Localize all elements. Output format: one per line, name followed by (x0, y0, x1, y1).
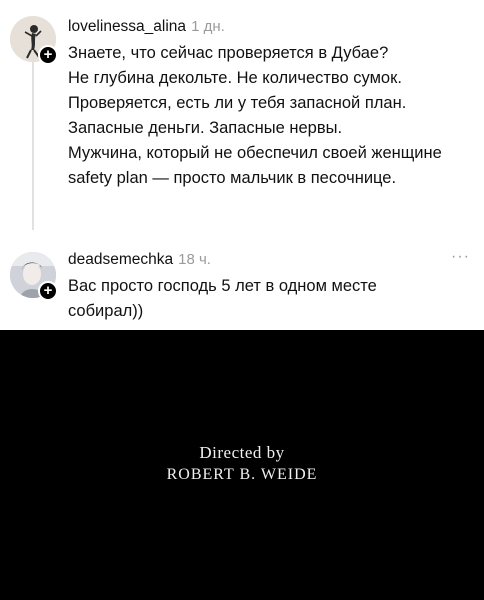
follow-plus-icon[interactable]: + (38, 281, 58, 301)
comment-header: lovelinessa_alina 1 дн. (68, 17, 464, 37)
video-frame: Directed by ROBERT B. WEIDE (0, 330, 484, 600)
comment-text-line: Мужчина, который не обеспечил своей женщ… (68, 144, 442, 162)
comment-text-line: Не глубина декольте. Не количество сумок… (68, 69, 402, 87)
comment-body: lovelinessa_alina 1 дн. Знаете, что сейча… (68, 17, 464, 191)
follow-plus-icon[interactable]: + (38, 45, 58, 65)
screenshot: + lovelinessa_alina 1 дн. Знаете, что сей… (0, 0, 484, 600)
timestamp: 1 дн. (191, 18, 225, 35)
comment-thread: + lovelinessa_alina 1 дн. Знаете, что сей… (0, 0, 484, 330)
thread-connector-line (32, 60, 34, 230)
username[interactable]: deadsemechka (68, 251, 173, 268)
comment-body: deadsemechka 18 ч. Вас просто господь 5 л… (68, 250, 464, 324)
comment-text: Знаете, что сейчас проверяется в Дубае? … (68, 41, 464, 191)
comment-text-line: Знаете, что сейчас проверяется в Дубае? (68, 44, 389, 62)
comment-text-line: safety plan — просто мальчик в песочнице… (68, 169, 397, 187)
avatar-container[interactable]: + (10, 16, 58, 65)
timestamp: 18 ч. (178, 251, 211, 268)
credit-director-name: ROBERT B. WEIDE (166, 466, 318, 483)
comment-text-line: собирал)) (68, 302, 144, 320)
more-options-icon[interactable]: ··· (451, 248, 470, 266)
comment-text-line: Проверяется, есть ли у тебя запасной пла… (68, 94, 407, 112)
avatar-container[interactable]: + (10, 252, 58, 301)
comment-text: Вас просто господь 5 лет в одном месте с… (68, 274, 464, 324)
comment-text-line: Вас просто господь 5 лет в одном месте (68, 277, 377, 295)
comment-text-line: Запасные деньги. Запасные нервы. (68, 119, 343, 137)
credit-directed-by: Directed by (199, 443, 285, 462)
username[interactable]: lovelinessa_alina (68, 18, 186, 35)
comment-header: deadsemechka 18 ч. (68, 250, 464, 270)
